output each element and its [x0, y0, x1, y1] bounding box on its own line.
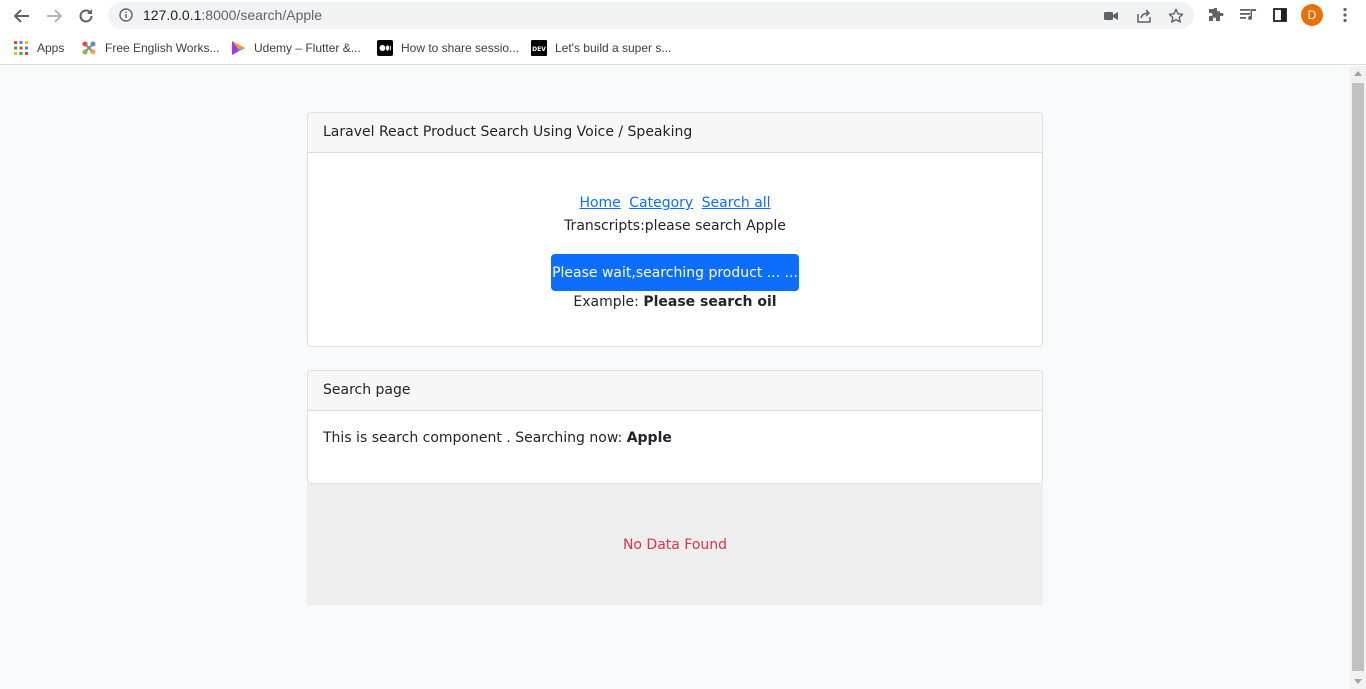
no-data-message: No Data Found: [622, 536, 728, 553]
svg-text:DEV: DEV: [532, 46, 546, 53]
info-icon[interactable]: [118, 7, 134, 23]
browser-toolbar: 127.0.0.1:8000/search/Apple D: [0, 0, 1366, 31]
example-phrase: Please search oil: [643, 294, 777, 310]
url-path: :8000/search/Apple: [201, 7, 323, 23]
profile-avatar[interactable]: D: [1301, 4, 1323, 26]
home-link[interactable]: Home: [579, 195, 620, 211]
bookmark-label: Apps: [37, 41, 65, 55]
bookmark-medium[interactable]: How to share sessio...: [377, 38, 519, 58]
search-status-prefix: This is search component . Searching now…: [323, 430, 627, 446]
scroll-up-arrow-icon[interactable]: [1354, 71, 1362, 76]
arrow-right-icon: [47, 9, 62, 23]
bookmark-label: How to share sessio...: [401, 41, 520, 55]
medium-icon: [377, 40, 393, 56]
scroll-down-arrow-icon[interactable]: [1354, 679, 1362, 684]
address-bar[interactable]: 127.0.0.1:8000/search/Apple: [108, 2, 1194, 29]
menu-kebab-icon[interactable]: [1334, 4, 1356, 26]
search-all-link[interactable]: Search all: [702, 195, 771, 211]
bookmark-label: Let's build a super s...: [555, 41, 672, 55]
bookmark-apps[interactable]: Apps: [13, 38, 64, 58]
arrow-left-icon: [14, 9, 29, 23]
search-card-header: Search page: [308, 371, 1042, 411]
side-panel-icon[interactable]: [1269, 4, 1291, 26]
share-icon[interactable]: [1134, 6, 1154, 26]
reload-button[interactable]: [74, 4, 98, 28]
transcript-text: Transcripts:please search Apple: [564, 218, 786, 234]
url-host: 127.0.0.1: [143, 7, 202, 23]
search-query: Apple: [626, 430, 672, 446]
reload-icon: [79, 9, 93, 23]
udemy-play-icon: [230, 40, 246, 56]
forward-button[interactable]: [42, 4, 66, 28]
bookmark-udemy[interactable]: Udemy – Flutter &...: [230, 38, 361, 58]
example-text: Example: Please search oil: [308, 294, 1042, 310]
voice-search-card: Laravel React Product Search Using Voice…: [307, 112, 1043, 347]
bookmarks-bar: Apps Free English Works... Udemy – Flutt…: [0, 31, 1366, 65]
nav-links: Home Category Search all: [308, 195, 1042, 211]
extensions-puzzle-icon[interactable]: [1205, 4, 1227, 26]
search-status: This is search component . Searching now…: [308, 411, 1042, 465]
vertical-scrollbar[interactable]: [1350, 66, 1366, 689]
camera-icon[interactable]: [1101, 6, 1121, 26]
card-header-title: Laravel React Product Search Using Voice…: [308, 113, 1042, 153]
voice-search-button[interactable]: Please wait,searching product ... ...: [551, 254, 799, 291]
scroll-thumb[interactable]: [1352, 83, 1364, 671]
bookmark-free-english[interactable]: Free English Works...: [81, 38, 219, 58]
joomla-icon: [81, 40, 97, 56]
bookmark-dev[interactable]: DEV Let's build a super s...: [531, 38, 671, 58]
url-text[interactable]: 127.0.0.1:8000/search/Apple: [143, 7, 322, 23]
bookmark-label: Udemy – Flutter &...: [254, 41, 361, 55]
no-data-panel: No Data Found: [307, 484, 1043, 605]
search-page-card: Search page This is search component . S…: [307, 370, 1043, 484]
media-queue-icon[interactable]: [1237, 4, 1259, 26]
star-icon[interactable]: [1166, 6, 1186, 26]
bookmark-label: Free English Works...: [105, 41, 220, 55]
dev-icon: DEV: [531, 40, 547, 56]
category-link[interactable]: Category: [629, 195, 693, 211]
back-button[interactable]: [10, 4, 34, 28]
apps-grid-icon: [13, 40, 29, 56]
example-prefix: Example:: [573, 294, 644, 310]
